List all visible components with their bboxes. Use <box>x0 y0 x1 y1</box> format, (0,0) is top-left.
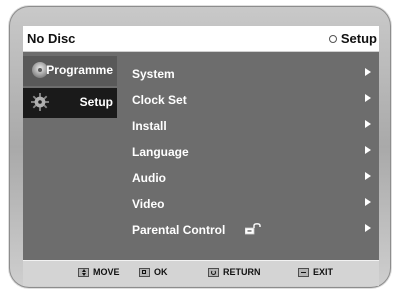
move-hint: MOVE <box>78 267 120 277</box>
current-section: Setup <box>328 31 377 46</box>
chevron-right-icon <box>365 120 371 128</box>
chevron-right-icon <box>365 94 371 102</box>
menu-item-language[interactable]: Language <box>124 141 371 167</box>
chevron-right-icon <box>365 172 371 180</box>
current-section-label: Setup <box>340 31 377 46</box>
title-bar: No Disc Setup <box>23 26 379 52</box>
menu-item-label: Language <box>132 145 189 159</box>
exit-icon <box>298 267 309 277</box>
ok-hint-label: OK <box>154 267 168 277</box>
menu-item-label: System <box>132 67 175 81</box>
sidebar: Programme Setup <box>23 53 117 260</box>
exit-hint-label: EXIT <box>313 267 334 277</box>
chevron-right-icon <box>365 224 371 232</box>
return-hint-label: RETURN <box>223 267 261 277</box>
move-hint-label: MOVE <box>93 267 120 277</box>
menu-item-clock-set[interactable]: Clock Set <box>124 89 371 115</box>
menu-item-label: Install <box>132 119 167 133</box>
tab-programme-label: Programme <box>46 63 113 77</box>
chevron-right-icon <box>365 68 371 76</box>
chevron-right-icon <box>365 146 371 154</box>
lock-icon <box>245 223 261 235</box>
osd-screen: No Disc Setup Programme Setup System Clo… <box>23 26 379 286</box>
tab-setup-label: Setup <box>79 95 113 109</box>
menu-item-audio[interactable]: Audio <box>124 167 371 193</box>
menu-item-label: Audio <box>132 171 166 185</box>
ok-hint: OK <box>139 267 168 277</box>
menu-item-video[interactable]: Video <box>124 193 371 219</box>
chevron-right-icon <box>365 198 371 206</box>
disc-status: No Disc <box>27 31 76 46</box>
setup-menu: System Clock Set Install Language Audio … <box>124 63 371 245</box>
return-hint: RETURN <box>208 267 261 277</box>
menu-item-install[interactable]: Install <box>124 115 371 141</box>
menu-item-system[interactable]: System <box>124 63 371 89</box>
menu-item-parental-control[interactable]: Parental Control <box>124 219 371 245</box>
setup-circle-icon <box>328 34 337 43</box>
menu-item-label: Parental Control <box>132 223 226 237</box>
menu-item-label: Clock Set <box>132 93 187 107</box>
return-icon <box>208 267 219 277</box>
move-icon <box>78 267 89 277</box>
tab-setup[interactable]: Setup <box>23 88 117 118</box>
control-hints-bar: MOVE OK RETURN EXIT <box>23 260 379 286</box>
exit-hint: EXIT <box>298 267 333 277</box>
menu-item-label: Video <box>132 197 165 211</box>
tab-programme[interactable]: Programme <box>23 56 117 86</box>
gear-icon <box>31 93 49 111</box>
ok-icon <box>139 267 150 277</box>
